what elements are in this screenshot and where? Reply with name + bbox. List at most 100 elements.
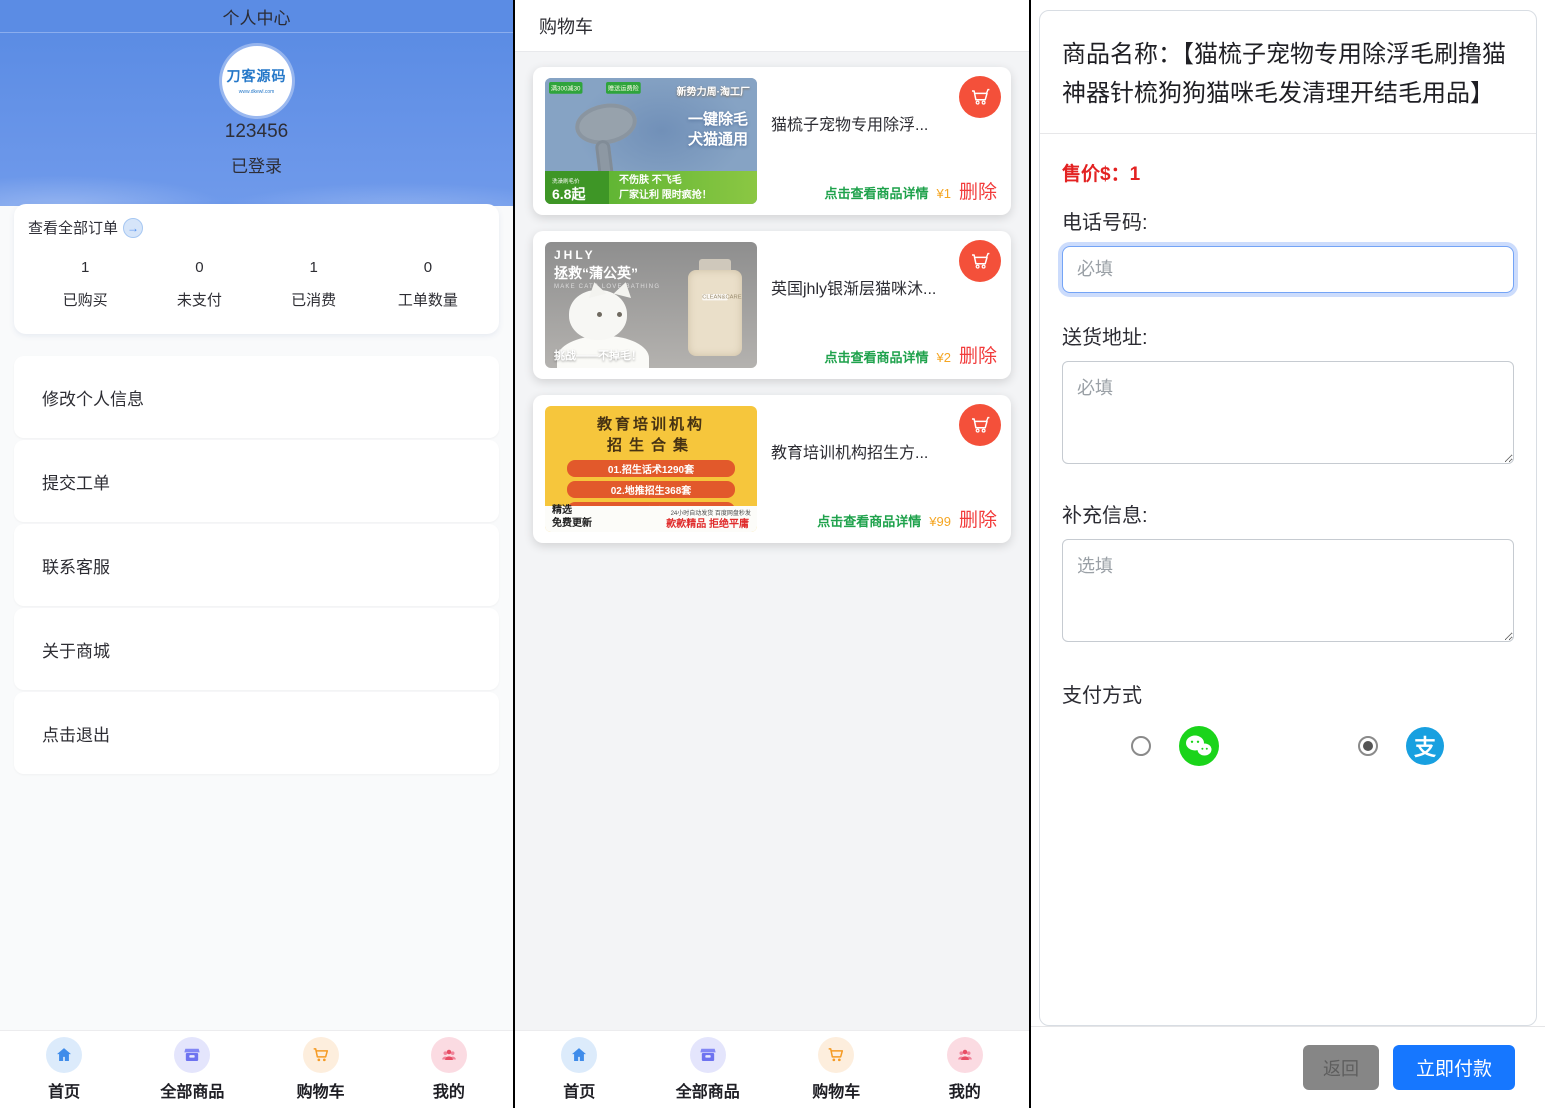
panel-shopping-cart: 购物车 满300减30 赠送运费险 新势力周·淘工厂 一键除毛: [515, 0, 1029, 1108]
cart-badge-icon[interactable]: [959, 404, 1001, 446]
ad-title-line2: 招生合集: [545, 434, 757, 455]
cart-badge-icon[interactable]: [959, 76, 1001, 118]
delete-button[interactable]: 删除: [959, 177, 997, 204]
avatar[interactable]: 刀客源码 www.dkewl.com: [222, 46, 292, 116]
tab-mine[interactable]: 我的: [901, 1037, 1030, 1102]
tab-home[interactable]: 首页: [515, 1037, 644, 1102]
delete-button[interactable]: 删除: [959, 341, 997, 368]
delete-button[interactable]: 删除: [959, 505, 997, 532]
cart-item-shampoo: JHLY 拯救“蒲公英” MAKE CATS LOVE BATHING: [533, 231, 1011, 379]
cart-badge-icon[interactable]: [959, 240, 1001, 282]
product-image-brush[interactable]: 满300减30 赠送运费险 新势力周·淘工厂 一键除毛 犬猫通用 洗澡刷毛: [545, 78, 757, 204]
ad-brand: JHLY: [554, 248, 596, 262]
ad-title-line1: 教育培训机构: [545, 413, 757, 434]
personal-menu: 修改个人信息 提交工单 联系客服 关于商城 点击退出: [14, 356, 499, 774]
ad-headline-line2: 犬猫通用: [688, 130, 748, 150]
menu-item-about-mall[interactable]: 关于商城: [14, 608, 499, 690]
alipay-radio[interactable]: [1358, 736, 1378, 756]
stat-unpaid: 0 未支付: [142, 259, 256, 310]
item-price: ¥99: [929, 514, 951, 529]
menu-item-edit-profile[interactable]: 修改个人信息: [14, 356, 499, 438]
cart-item-meta: 点击查看商品详情 ¥1 删除: [825, 177, 998, 204]
ad-price-note: 洗澡刷毛价: [552, 179, 580, 185]
avatar-logo-url: www.dkewl.com: [239, 88, 275, 94]
app: 个人中心 刀客源码 www.dkewl.com 123456 已登录 查看全部订…: [0, 0, 1545, 1108]
tab-bar: 首页 全部商品 购物车 我的: [0, 1030, 513, 1108]
cart-item-title[interactable]: 猫梳子宠物专用除浮...: [771, 111, 928, 135]
menu-item-contact-support[interactable]: 联系客服: [14, 524, 499, 606]
wechat-radio[interactable]: [1131, 736, 1151, 756]
divider: [1040, 133, 1536, 134]
cart-icon: [818, 1037, 854, 1073]
tab-cart[interactable]: 购物车: [772, 1037, 901, 1102]
avatar-logo-text: 刀客源码: [227, 66, 287, 86]
item-price: ¥1: [937, 186, 951, 201]
address-textarea[interactable]: [1062, 361, 1514, 464]
panel-personal-center: 个人中心 刀客源码 www.dkewl.com 123456 已登录 查看全部订…: [0, 0, 513, 1108]
bottle-graphic: CLEAN&CARE: [688, 270, 742, 356]
ad-slogan-line2: 厂家让利 限时疯抢！: [619, 189, 757, 204]
back-button[interactable]: 返回: [1303, 1045, 1379, 1090]
tab-all-products[interactable]: 全部商品: [644, 1037, 773, 1102]
view-detail-link[interactable]: 点击查看商品详情: [817, 511, 921, 530]
ad-price-block: 洗澡刷毛价 6.8起: [545, 171, 609, 204]
tab-all-products[interactable]: 全部商品: [128, 1037, 256, 1102]
view-detail-link[interactable]: 点击查看商品详情: [825, 347, 929, 366]
promo-badge: 满300减30: [549, 82, 582, 94]
payment-options: 支: [1062, 726, 1514, 766]
tab-home[interactable]: 首页: [0, 1037, 128, 1102]
wechat-icon[interactable]: [1179, 726, 1219, 766]
cart-list: 满300减30 赠送运费险 新势力周·淘工厂 一键除毛 犬猫通用 洗澡刷毛: [515, 52, 1029, 1030]
address-label: 送货地址:: [1062, 321, 1514, 350]
phone-label: 电话号码:: [1062, 206, 1514, 235]
product-image-shampoo[interactable]: JHLY 拯救“蒲公英” MAKE CATS LOVE BATHING: [545, 242, 757, 368]
ad-headline: 一键除毛 犬猫通用: [688, 110, 748, 149]
cart-item-meta: 点击查看商品详情 ¥2 删除: [825, 341, 998, 368]
note-label: 补充信息:: [1062, 499, 1514, 528]
tab-all-products-label: 全部商品: [676, 1078, 740, 1102]
stat-value: 1: [28, 259, 142, 276]
tab-mine[interactable]: 我的: [385, 1037, 513, 1102]
arrow-circle-icon: →: [123, 218, 143, 238]
cart-item-title[interactable]: 教育培训机构招生方...: [771, 439, 928, 463]
store-icon: [174, 1037, 210, 1073]
login-status: 已登录: [0, 152, 513, 177]
phone-input[interactable]: [1062, 246, 1514, 293]
stat-value: 0: [142, 259, 256, 276]
alipay-icon[interactable]: 支: [1406, 727, 1444, 765]
store-icon: [690, 1037, 726, 1073]
brush-ad-image: 满300减30 赠送运费险 新势力周·淘工厂 一键除毛 犬猫通用 洗澡刷毛: [545, 78, 757, 204]
cart-item-title[interactable]: 英国jhly银渐层猫咪沐...: [771, 275, 936, 299]
panel-checkout: 商品名称：【猫梳子宠物专用除浮毛刷撸猫神器针梳狗狗猫咪毛发清理开结毛用品】 售价…: [1031, 0, 1545, 1108]
pay-now-button[interactable]: 立即付款: [1393, 1045, 1515, 1090]
ad-footer-left: 精选 免费更新: [552, 505, 592, 530]
stat-value: 1: [257, 259, 371, 276]
page-title: 个人中心: [223, 4, 291, 29]
tab-mine-label: 我的: [433, 1078, 465, 1102]
menu-item-submit-ticket[interactable]: 提交工单: [14, 440, 499, 522]
profile-hero: 刀客源码 www.dkewl.com 123456 已登录: [0, 33, 513, 206]
tab-home-label: 首页: [563, 1078, 595, 1102]
note-textarea[interactable]: [1062, 539, 1514, 642]
username: 123456: [0, 121, 513, 143]
cart-item-brush: 满300减30 赠送运费险 新势力周·淘工厂 一键除毛 犬猫通用 洗澡刷毛: [533, 67, 1011, 215]
cat-ear: [586, 280, 607, 298]
orders-stats-card: 查看全部订单 → 1 已购买 0 未支付 1 已消费 0 工单数量: [14, 204, 499, 334]
cat-shampoo-ad-image: JHLY 拯救“蒲公英” MAKE CATS LOVE BATHING: [545, 242, 757, 368]
view-all-orders-link[interactable]: 查看全部订单 →: [28, 217, 143, 238]
tab-cart-label: 购物车: [297, 1078, 345, 1102]
ad-bottom-text: 挑战——不掉毛！: [554, 347, 642, 363]
product-image-education[interactable]: 教育培训机构 招生合集 01.招生话术1290套 02.地推招生368套 03.…: [545, 406, 757, 532]
ad-price: 6.8起: [552, 187, 602, 201]
stat-label: 工单数量: [371, 289, 485, 310]
checkout-footer: 返回 立即付款: [1031, 1026, 1545, 1108]
stat-purchased: 1 已购买: [28, 259, 142, 310]
tab-cart[interactable]: 购物车: [257, 1037, 385, 1102]
ad-footer-strip: 精选 免费更新 24小时自动发货 百度网盘秒发 款款精品 拒绝平庸: [545, 506, 757, 532]
ad-headline: 拯救“蒲公英”: [554, 263, 638, 283]
menu-item-logout[interactable]: 点击退出: [14, 692, 499, 774]
payment-option-wechat: [1062, 726, 1288, 766]
ad-footer-red-text: 款款精品 拒绝平庸: [666, 515, 749, 530]
view-detail-link[interactable]: 点击查看商品详情: [825, 183, 929, 202]
checkout-modal: 商品名称：【猫梳子宠物专用除浮毛刷撸猫神器针梳狗狗猫咪毛发清理开结毛用品】 售价…: [1039, 10, 1537, 1026]
